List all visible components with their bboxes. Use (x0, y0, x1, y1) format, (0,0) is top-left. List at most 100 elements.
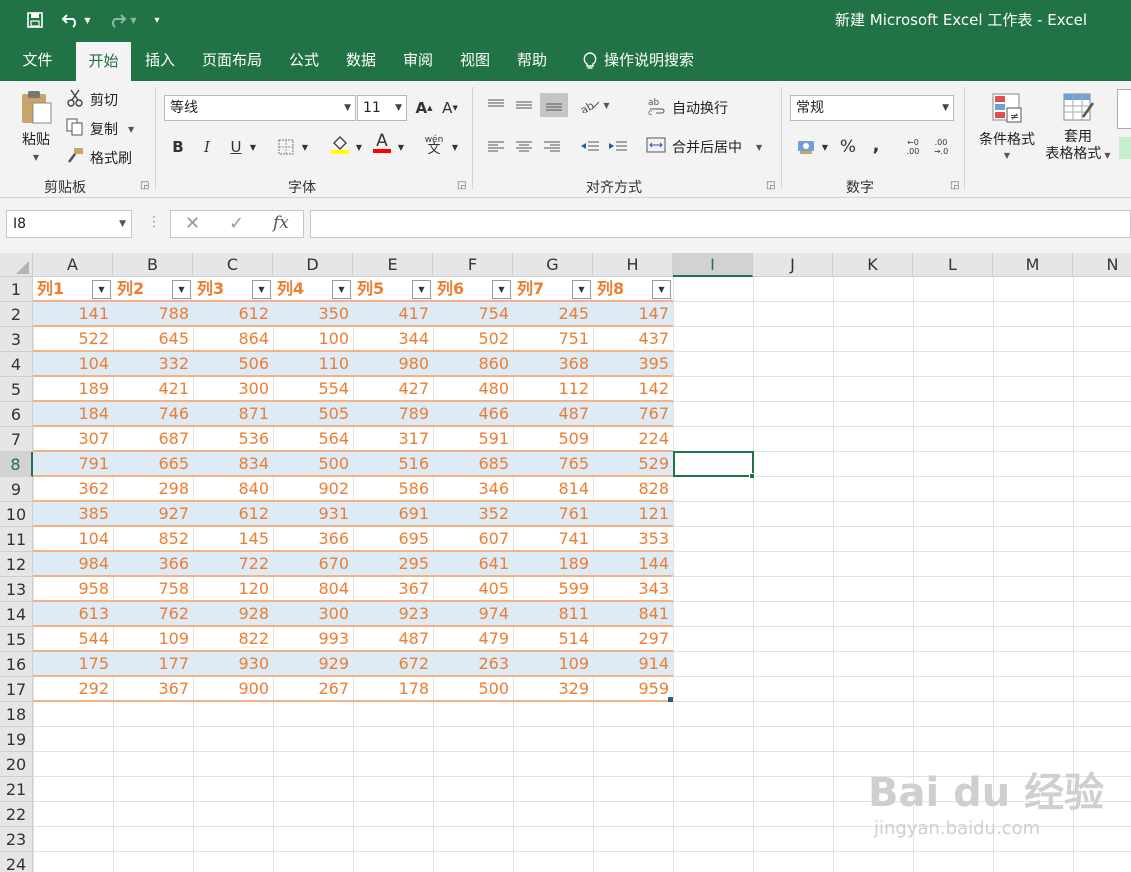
table-cell[interactable]: 804 (273, 577, 353, 601)
table-cell[interactable]: 366 (273, 527, 353, 551)
font-color-dropdown-icon[interactable]: ▼ (394, 135, 408, 159)
table-cell[interactable]: 767 (593, 402, 673, 426)
orientation-icon[interactable]: ab ▼ (580, 93, 610, 117)
table-cell[interactable]: 487 (353, 627, 433, 651)
italic-button[interactable]: I (195, 135, 219, 159)
merge-center-button[interactable]: 合并后居中 ▼ (646, 137, 762, 157)
bold-button[interactable]: B (166, 135, 190, 159)
column-header[interactable]: G (513, 253, 593, 277)
filter-dropdown-icon[interactable]: ▼ (492, 280, 511, 299)
table-cell[interactable]: 353 (593, 527, 673, 551)
tell-me-search[interactable]: 操作说明搜索 (576, 40, 708, 81)
table-cell[interactable]: 758 (113, 577, 193, 601)
table-cell[interactable]: 350 (273, 302, 353, 326)
table-cell[interactable]: 765 (513, 452, 593, 476)
align-center-icon[interactable] (512, 135, 536, 159)
table-cell[interactable]: 367 (353, 577, 433, 601)
table-cell[interactable]: 974 (433, 602, 513, 626)
tab-insert[interactable]: 插入 (134, 40, 186, 81)
row-header[interactable]: 13 (0, 577, 33, 602)
wrap-text-button[interactable]: ab c 自动换行 (648, 97, 728, 119)
table-header-cell[interactable]: 列7 ▼ (513, 277, 593, 301)
table-header-cell[interactable]: 列8 ▼ (593, 277, 673, 301)
active-cell-border[interactable] (673, 451, 754, 477)
filter-dropdown-icon[interactable]: ▼ (572, 280, 591, 299)
table-cell[interactable]: 395 (593, 352, 673, 376)
table-cell[interactable]: 295 (353, 552, 433, 576)
table-cell[interactable]: 144 (593, 552, 673, 576)
table-cell[interactable]: 516 (353, 452, 433, 476)
table-cell[interactable]: 591 (433, 427, 513, 451)
tab-formulas[interactable]: 公式 (280, 40, 328, 81)
tab-page-layout[interactable]: 页面布局 (194, 40, 270, 81)
tab-home[interactable]: 开始 (76, 42, 131, 81)
cut-button[interactable]: 剪切 (66, 89, 118, 111)
filter-dropdown-icon[interactable]: ▼ (172, 280, 191, 299)
underline-button[interactable]: U (224, 135, 248, 159)
table-cell[interactable]: 822 (193, 627, 273, 651)
table-cell[interactable]: 840 (193, 477, 273, 501)
redo-icon[interactable]: ▼ (104, 8, 140, 32)
table-cell[interactable]: 754 (433, 302, 513, 326)
table-cell[interactable]: 366 (113, 552, 193, 576)
tab-review[interactable]: 审阅 (393, 40, 443, 81)
table-cell[interactable]: 297 (593, 627, 673, 651)
table-cell[interactable]: 791 (33, 452, 113, 476)
name-box[interactable]: I8 ▼ (6, 210, 132, 238)
filter-dropdown-icon[interactable]: ▼ (252, 280, 271, 299)
borders-dropdown-icon[interactable]: ▼ (298, 135, 312, 159)
cell-styles-gallery[interactable] (1117, 89, 1131, 129)
filter-dropdown-icon[interactable]: ▼ (332, 280, 351, 299)
table-cell[interactable]: 500 (273, 452, 353, 476)
table-cell[interactable]: 902 (273, 477, 353, 501)
tab-view[interactable]: 视图 (450, 40, 500, 81)
table-cell[interactable]: 687 (113, 427, 193, 451)
format-painter-button[interactable]: 格式刷 (66, 147, 132, 169)
clipboard-launcher-icon[interactable]: ◲ (140, 180, 149, 191)
decrease-decimal-icon[interactable]: .00 →.0 (928, 135, 954, 159)
increase-decimal-icon[interactable]: ←0.00 (900, 135, 926, 159)
table-cell[interactable]: 480 (433, 377, 513, 401)
column-header[interactable]: I (673, 253, 753, 277)
table-cell[interactable]: 300 (273, 602, 353, 626)
table-cell[interactable]: 958 (33, 577, 113, 601)
shrink-font-icon[interactable]: A ▼ (438, 96, 462, 120)
table-cell[interactable]: 522 (33, 327, 113, 351)
select-all-corner[interactable] (0, 253, 33, 277)
row-header[interactable]: 16 (0, 652, 33, 677)
table-cell[interactable]: 189 (33, 377, 113, 401)
table-cell[interactable]: 487 (513, 402, 593, 426)
table-cell[interactable]: 104 (33, 527, 113, 551)
accounting-dropdown-icon[interactable]: ▼ (818, 135, 832, 159)
column-header[interactable]: E (353, 253, 433, 277)
table-cell[interactable]: 586 (353, 477, 433, 501)
table-cell[interactable]: 612 (193, 302, 273, 326)
filter-dropdown-icon[interactable]: ▼ (652, 280, 671, 299)
table-cell[interactable]: 564 (273, 427, 353, 451)
row-header[interactable]: 22 (0, 802, 33, 827)
table-cell[interactable]: 645 (113, 327, 193, 351)
table-cell[interactable]: 141 (33, 302, 113, 326)
table-cell[interactable]: 928 (193, 602, 273, 626)
row-header[interactable]: 20 (0, 752, 33, 777)
insert-function-icon[interactable]: fx (273, 213, 289, 233)
table-cell[interactable]: 751 (513, 327, 593, 351)
align-right-icon[interactable] (540, 135, 564, 159)
formula-input[interactable] (310, 210, 1131, 238)
increase-indent-icon[interactable] (606, 135, 630, 159)
table-cell[interactable]: 332 (113, 352, 193, 376)
table-cell[interactable]: 834 (193, 452, 273, 476)
table-cell[interactable]: 224 (593, 427, 673, 451)
tab-data[interactable]: 数据 (336, 40, 386, 81)
table-cell[interactable]: 814 (513, 477, 593, 501)
table-cell[interactable]: 607 (433, 527, 513, 551)
table-cell[interactable]: 292 (33, 677, 113, 701)
table-cell[interactable]: 329 (513, 677, 593, 701)
underline-dropdown-icon[interactable]: ▼ (246, 135, 260, 159)
format-as-table-button[interactable]: 套用 表格格式 ▼ (1040, 91, 1116, 164)
cell-style-good-swatch[interactable] (1119, 137, 1131, 159)
row-header[interactable]: 6 (0, 402, 33, 427)
table-cell[interactable]: 100 (273, 327, 353, 351)
table-cell[interactable]: 762 (113, 602, 193, 626)
table-cell[interactable]: 109 (513, 652, 593, 676)
